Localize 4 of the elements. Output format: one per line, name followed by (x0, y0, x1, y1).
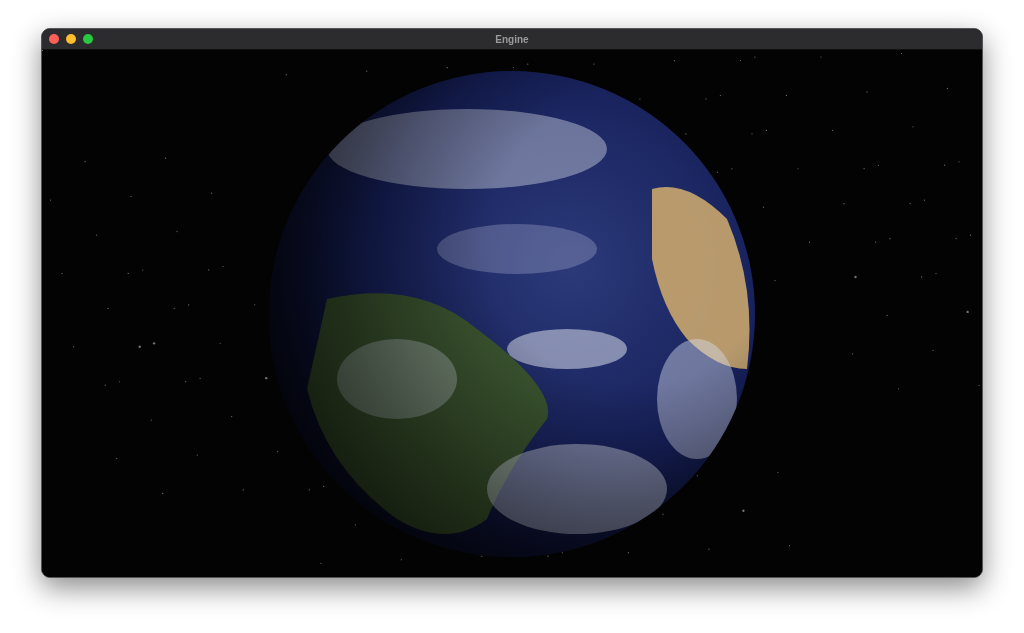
window-title: Engine (495, 33, 529, 45)
minimize-button[interactable] (66, 34, 76, 44)
close-button[interactable] (49, 34, 59, 44)
zoom-button[interactable] (83, 34, 93, 44)
